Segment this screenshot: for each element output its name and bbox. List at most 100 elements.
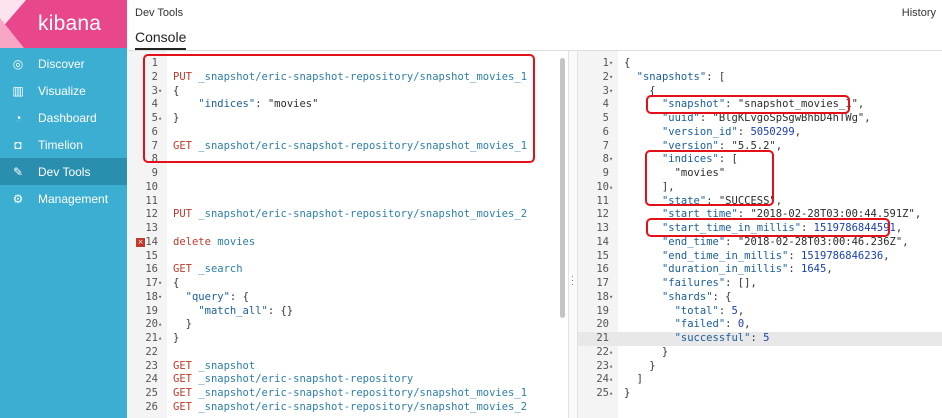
request-scrollbar[interactable] — [560, 58, 565, 318]
code-text: "total": 5, — [624, 304, 745, 319]
line-number: 19 — [145, 304, 158, 317]
fold-open-icon[interactable]: ▾ — [609, 57, 613, 71]
code-text: "query": { — [173, 291, 249, 305]
brand[interactable]: kibana — [0, 0, 127, 48]
code-line[interactable]: 5 "uuid": "BlgKLvgoSpSgwBhbD4hTWg", — [578, 112, 942, 126]
token-url: _snapshot — [198, 359, 256, 372]
resize-handle-icon[interactable]: · · · — [571, 272, 574, 289]
fold-open-icon[interactable]: ▾ — [158, 291, 162, 305]
token-plain: , — [737, 304, 745, 317]
code-line[interactable]: 25 ▴} — [578, 387, 942, 401]
token-plain: { — [624, 57, 631, 69]
token-plain: , — [883, 249, 890, 262]
fold-open-icon[interactable]: ▾ — [609, 71, 613, 85]
code-line[interactable]: 24 GET _snapshot/eric-snapshot-repository — [127, 373, 565, 387]
token-kw: GET — [173, 373, 199, 386]
code-line[interactable]: × 14 delete movies — [127, 236, 565, 250]
fold-close-icon[interactable]: ▴ — [158, 318, 162, 332]
brand-name: kibana — [38, 12, 102, 35]
token-kw: GET — [173, 387, 199, 399]
token-plain: ] — [624, 373, 643, 386]
pane-resizer[interactable] — [568, 51, 578, 418]
sidebar-item-visualize[interactable]: ▥ Visualize — [0, 77, 127, 104]
line-number: 20 — [596, 318, 609, 331]
line-number: 4 — [602, 98, 609, 111]
sidebar: kibana ◎ Discover ▥ Visualize ◔ Dashboar… — [0, 0, 127, 418]
code-line[interactable]: 18 ▾ "shards": { — [578, 291, 942, 305]
code-line[interactable]: 9 — [127, 167, 565, 181]
code-text: } — [624, 346, 668, 360]
wrench-icon: ✎ — [12, 164, 24, 179]
code-text: "successful": 5 — [624, 332, 770, 346]
code-line[interactable]: 17 "failures": [], — [578, 277, 942, 291]
code-line[interactable]: 13 — [127, 222, 565, 236]
sidebar-item-label: Timelion — [38, 137, 83, 152]
code-line[interactable]: 24 ▴ ] — [578, 373, 942, 387]
code-line[interactable]: 21 ▴} — [127, 332, 565, 346]
code-line[interactable]: 18 ▾ "query": { — [127, 291, 565, 305]
token-plain: : [ — [706, 70, 726, 83]
sidebar-item-management[interactable]: ⚙ Management — [0, 185, 127, 212]
history-link[interactable]: History — [902, 7, 936, 19]
code-line[interactable]: 22 — [127, 346, 565, 360]
code-line[interactable]: 26 GET _snapshot/eric-snapshot-repository… — [127, 401, 565, 415]
code-line[interactable]: 20 ▴ } — [127, 318, 565, 332]
code-line[interactable]: 25 GET _snapshot/eric-snapshot-repository… — [127, 387, 565, 401]
code-text: } — [624, 360, 655, 374]
code-line[interactable]: 20 "failed": 0, — [578, 318, 942, 332]
fold-close-icon[interactable]: ▴ — [609, 387, 613, 401]
sidebar-item-discover[interactable]: ◎ Discover — [0, 50, 127, 77]
fold-close-icon[interactable]: ▴ — [609, 346, 613, 360]
fold-close-icon[interactable]: ▴ — [609, 360, 613, 374]
line-number: 14 — [145, 235, 158, 248]
code-line[interactable]: 17 ▾{ — [127, 277, 565, 291]
breadcrumb[interactable]: Dev Tools — [135, 7, 183, 19]
tab-console[interactable]: Console — [135, 29, 187, 50]
token-kw: GET — [173, 400, 199, 413]
fold-open-icon[interactable]: ▾ — [609, 85, 613, 99]
code-line[interactable]: 16 GET _search — [127, 263, 565, 277]
code-line[interactable]: 23 GET _snapshot — [127, 360, 565, 374]
fold-close-icon[interactable]: ▴ — [609, 373, 613, 387]
sidebar-item-label: Dashboard — [38, 110, 97, 125]
code-line[interactable]: 15 "end_time_in_millis": 1519786846236, — [578, 250, 942, 264]
line-number: 17 — [596, 277, 609, 289]
sidebar-item-timelion[interactable]: ◘ Timelion — [0, 131, 127, 158]
token-plain: : { — [229, 290, 249, 303]
code-line[interactable]: 1 ▾{ — [578, 57, 942, 71]
token-plain: : — [725, 318, 738, 331]
code-text: } — [173, 318, 192, 332]
sidebar-item-dev-tools[interactable]: ✎ Dev Tools — [0, 158, 127, 185]
token-url: _snapshot/eric-snapshot-repository/snaps… — [198, 208, 528, 221]
fold-open-icon[interactable]: ▾ — [609, 153, 613, 167]
code-line[interactable]: 2 ▾ "snapshots": [ — [578, 71, 942, 85]
code-line[interactable]: 6 "version_id": 5050299, — [578, 126, 942, 140]
fold-close-icon[interactable]: ▴ — [158, 332, 162, 346]
line-number: 10 — [145, 180, 158, 193]
line-number: 15 — [145, 249, 158, 262]
fold-open-icon[interactable]: ▾ — [609, 291, 613, 305]
token-plain: : — [788, 263, 802, 276]
code-line[interactable]: 22 ▴ } — [578, 346, 942, 360]
code-line[interactable]: 21 "successful": 5 — [578, 332, 942, 346]
token-key: "query" — [185, 290, 230, 303]
code-line[interactable]: 16 "duration_in_millis": 1645, — [578, 263, 942, 277]
fold-close-icon[interactable]: ▴ — [609, 181, 613, 195]
code-line[interactable]: 10 — [127, 181, 565, 195]
code-line[interactable]: 19 "match_all": {} — [127, 305, 565, 319]
code-line[interactable]: 23 ▴ } — [578, 360, 942, 374]
line-number: 22 — [145, 345, 158, 358]
code-line[interactable]: 12 PUT _snapshot/eric-snapshot-repository… — [127, 208, 565, 222]
code-line[interactable]: 19 "total": 5, — [578, 305, 942, 319]
code-text: "shards": { — [624, 291, 732, 305]
code-line[interactable]: 15 — [127, 250, 565, 264]
sidebar-item-dashboard[interactable]: ◔ Dashboard — [0, 104, 127, 131]
line-number: 6 — [602, 125, 609, 138]
code-line[interactable]: 14 "end_time": "2018-02-28T03:00:46.236Z… — [578, 236, 942, 250]
code-line[interactable]: 11 — [127, 195, 565, 209]
fold-open-icon[interactable]: ▾ — [158, 277, 162, 291]
